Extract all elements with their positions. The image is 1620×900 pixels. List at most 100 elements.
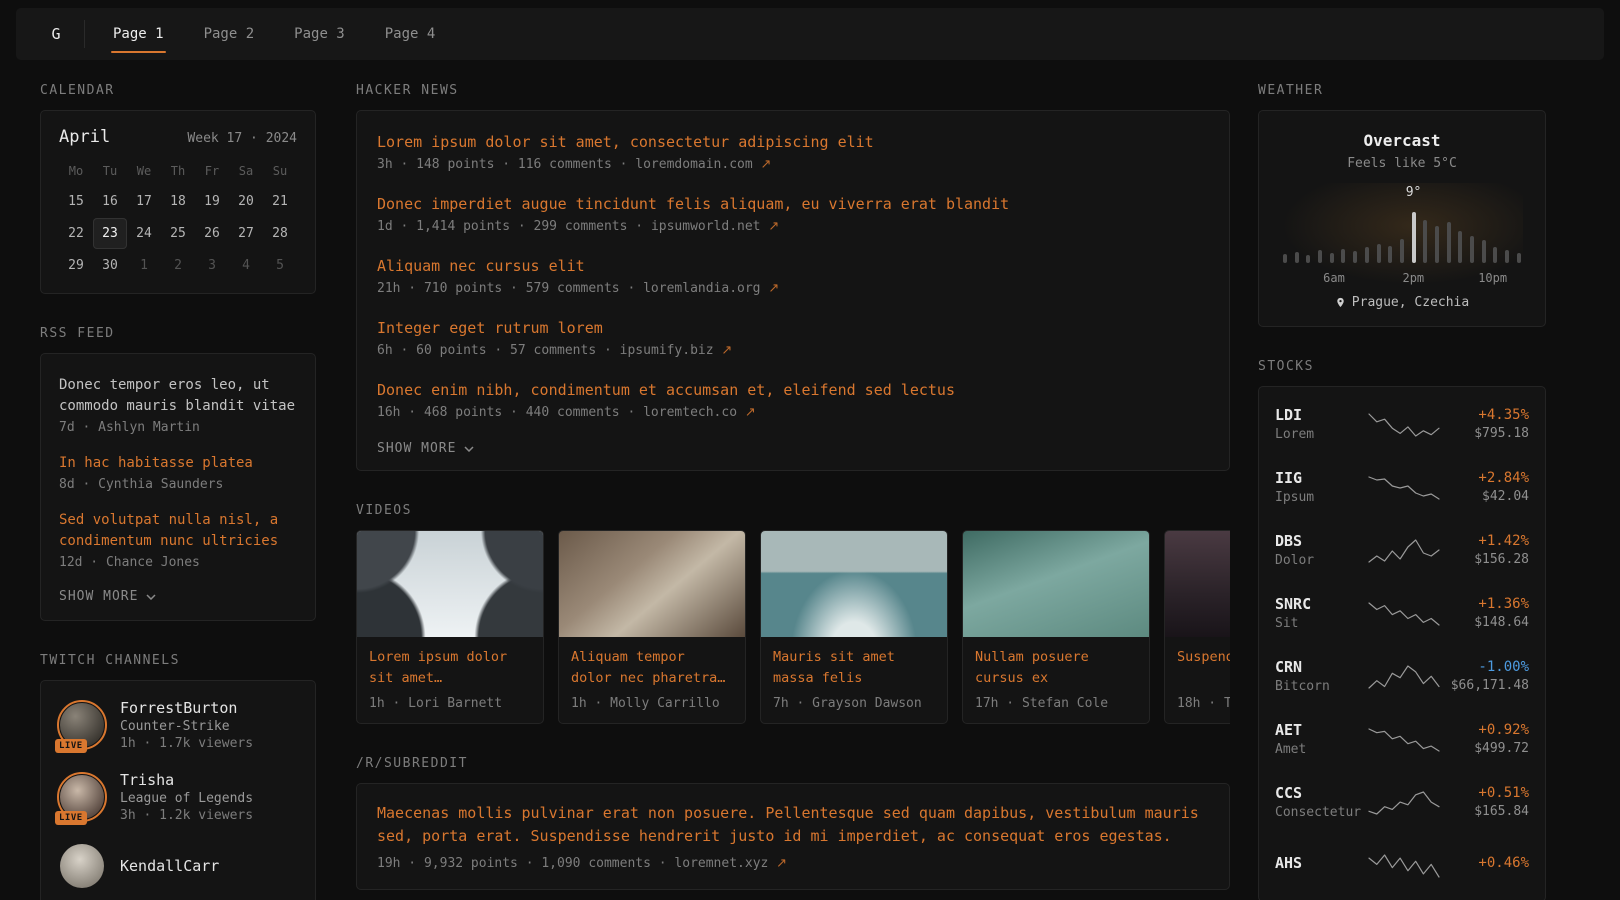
calendar-header: April Week 17 · 2024 xyxy=(59,127,297,147)
stock-values: +1.42% $156.28 xyxy=(1441,533,1529,567)
right-column: WEATHER Overcast Feels like 5°C 9° 6am2p… xyxy=(1258,60,1546,900)
subreddit-post-source[interactable]: loremnet.xyz xyxy=(674,856,768,871)
hackernews-item-title[interactable]: Integer eget rutrum lorem xyxy=(377,319,1209,337)
live-badge: LIVE xyxy=(55,739,87,753)
channel-category: League of Legends xyxy=(120,791,253,806)
tab-page-1[interactable]: Page 1 xyxy=(107,8,170,60)
subreddit-section-title: /R/SUBREDDIT xyxy=(356,756,1230,771)
subreddit-post-title[interactable]: Maecenas mollis pulvinar erat non posuer… xyxy=(377,802,1209,849)
hackernews-item-title[interactable]: Lorem ipsum dolor sit amet, consectetur … xyxy=(377,133,1209,151)
twitch-channel-row[interactable]: LIVE ForrestBurton Counter-Strike 1h · 1… xyxy=(59,699,297,751)
weather-time-label: 10pm xyxy=(1478,271,1507,285)
hackernews-item-meta: 6h · 60 points · 57 comments · ipsumify.… xyxy=(377,343,1209,358)
stock-row[interactable]: SNRC Sit +1.36% $148.64 xyxy=(1275,581,1529,644)
channel-avatar xyxy=(60,844,104,888)
calendar-grid: Mo Tu We Th Fr Sa Su 15 16 17 18 19 20 2… xyxy=(59,155,297,281)
stock-price: $156.28 xyxy=(1441,552,1529,567)
stock-values: +4.35% $795.18 xyxy=(1441,407,1529,441)
video-thumbnail xyxy=(963,531,1149,637)
external-link-icon: ↗ xyxy=(768,281,779,296)
calendar-day: 20 xyxy=(229,186,263,217)
tab-page-3[interactable]: Page 3 xyxy=(288,8,351,60)
stock-symbol: LDI xyxy=(1275,406,1367,424)
weather-bar xyxy=(1435,226,1439,263)
hackernews-item-source[interactable]: ipsumify.biz xyxy=(620,343,714,358)
tab-label: Page 1 xyxy=(113,26,164,42)
stock-row[interactable]: IIG Ipsum +2.84% $42.04 xyxy=(1275,455,1529,518)
weather-bar xyxy=(1493,247,1497,263)
rss-item-title[interactable]: Sed volutpat nulla nisl, a condimentum n… xyxy=(59,510,297,552)
page-tabs: Page 1 Page 2 Page 3 Page 4 xyxy=(107,8,469,60)
video-card[interactable]: Mauris sit amet massa felis 7h · Grayson… xyxy=(760,530,948,724)
video-title: Lorem ipsum dolor sit amet consectetu… xyxy=(369,647,531,689)
hackernews-item-stats: 21h · 710 points · 579 comments · xyxy=(377,281,643,296)
hackernews-item-source[interactable]: loremlandia.org xyxy=(643,281,760,296)
stock-values: +1.36% $148.64 xyxy=(1441,596,1529,630)
hackernews-item-source[interactable]: loremtech.co xyxy=(643,405,737,420)
calendar-day: 25 xyxy=(161,218,195,249)
hackernews-item-title[interactable]: Donec imperdiet augue tincidunt felis al… xyxy=(377,195,1209,213)
stock-values: -1.00% $66,171.48 xyxy=(1441,659,1529,693)
hackernews-section-title: HACKER NEWS xyxy=(356,83,1230,98)
stocks-section-title: STOCKS xyxy=(1258,359,1546,374)
stock-name: Lorem xyxy=(1275,427,1367,442)
stock-row[interactable]: AET Amet +0.92% $499.72 xyxy=(1275,707,1529,770)
video-thumbnail xyxy=(357,531,543,637)
rss-show-more-button[interactable]: SHOW MORE xyxy=(59,579,297,612)
video-meta: 18h · Tara xyxy=(1177,696,1230,711)
tab-page-4[interactable]: Page 4 xyxy=(379,8,442,60)
video-card[interactable]: Aliquam tempor dolor nec pharetra… 1h · … xyxy=(558,530,746,724)
stock-row[interactable]: LDI Lorem +4.35% $795.18 xyxy=(1275,392,1529,455)
twitch-channel-row[interactable]: LIVE Trisha League of Legends 3h · 1.2k … xyxy=(59,771,297,823)
stock-row[interactable]: DBS Dolor +1.42% $156.28 xyxy=(1275,518,1529,581)
channel-name: KendallCarr xyxy=(120,857,219,875)
stock-change: +4.35% xyxy=(1441,407,1529,423)
stock-info: LDI Lorem xyxy=(1275,406,1367,442)
hackernews-item-stats: 3h · 148 points · 116 comments · xyxy=(377,157,635,172)
stock-symbol: AHS xyxy=(1275,854,1367,872)
stock-row[interactable]: CRN Bitcorn -1.00% $66,171.48 xyxy=(1275,644,1529,707)
video-meta: 17h · Stefan Cole xyxy=(975,696,1137,711)
channel-info: Trisha League of Legends 3h · 1.2k viewe… xyxy=(120,771,253,823)
weather-bar xyxy=(1470,236,1474,263)
rss-item-meta: 8d · Cynthia Saunders xyxy=(59,477,297,492)
calendar-day-header: Mo xyxy=(59,155,93,185)
video-card[interactable]: Lorem ipsum dolor sit amet consectetu… 1… xyxy=(356,530,544,724)
stock-sparkline xyxy=(1367,536,1441,564)
center-column: HACKER NEWS Lorem ipsum dolor sit amet, … xyxy=(356,60,1230,890)
stock-row[interactable]: AHS +0.46% xyxy=(1275,833,1529,896)
stock-price: $795.18 xyxy=(1441,426,1529,441)
rss-item: Sed volutpat nulla nisl, a condimentum n… xyxy=(59,501,297,579)
stock-name: Ipsum xyxy=(1275,490,1367,505)
calendar-month: April xyxy=(59,127,110,147)
twitch-channel-row[interactable]: KendallCarr xyxy=(59,843,297,889)
hackernews-item-title[interactable]: Donec enim nibh, condimentum et accumsan… xyxy=(377,381,1209,399)
video-card[interactable]: Nullam posuere cursus ex 17h · Stefan Co… xyxy=(962,530,1150,724)
hackernews-item-source[interactable]: ipsumworld.net xyxy=(651,219,761,234)
tab-page-2[interactable]: Page 2 xyxy=(198,8,261,60)
weather-bar xyxy=(1388,246,1392,263)
stock-name: Bitcorn xyxy=(1275,679,1367,694)
stock-price: $66,171.48 xyxy=(1441,678,1529,693)
hackernews-item: Donec enim nibh, condimentum et accumsan… xyxy=(377,369,1209,431)
stock-values: +0.51% $165.84 xyxy=(1441,785,1529,819)
hackernews-item-title[interactable]: Aliquam nec cursus elit xyxy=(377,257,1209,275)
stock-sparkline xyxy=(1367,662,1441,690)
stock-name: Dolor xyxy=(1275,553,1367,568)
weather-time-label: 2pm xyxy=(1402,271,1424,285)
video-card[interactable]: Suspendisse diam 18h · Tara xyxy=(1164,530,1230,724)
hackernews-item: Lorem ipsum dolor sit amet, consectetur … xyxy=(377,121,1209,183)
rss-item-meta: 7d · Ashlyn Martin xyxy=(59,420,297,435)
stock-sparkline xyxy=(1367,851,1441,879)
live-badge: LIVE xyxy=(55,811,87,825)
channel-name: ForrestBurton xyxy=(120,699,253,717)
rss-item-title[interactable]: In hac habitasse platea xyxy=(59,453,297,474)
rss-item-title[interactable]: Donec tempor eros leo, ut commodo mauris… xyxy=(59,375,297,417)
stock-row[interactable]: CCS Consectetur +0.51% $165.84 xyxy=(1275,770,1529,833)
hackernews-show-more-button[interactable]: SHOW MORE xyxy=(377,431,1209,464)
app-logo[interactable]: G xyxy=(28,8,84,60)
twitch-section-title: TWITCH CHANNELS xyxy=(40,653,316,668)
hackernews-item-source[interactable]: loremdomain.com xyxy=(635,157,752,172)
weather-location: Prague, Czechia xyxy=(1277,295,1527,310)
calendar-day: 19 xyxy=(195,186,229,217)
